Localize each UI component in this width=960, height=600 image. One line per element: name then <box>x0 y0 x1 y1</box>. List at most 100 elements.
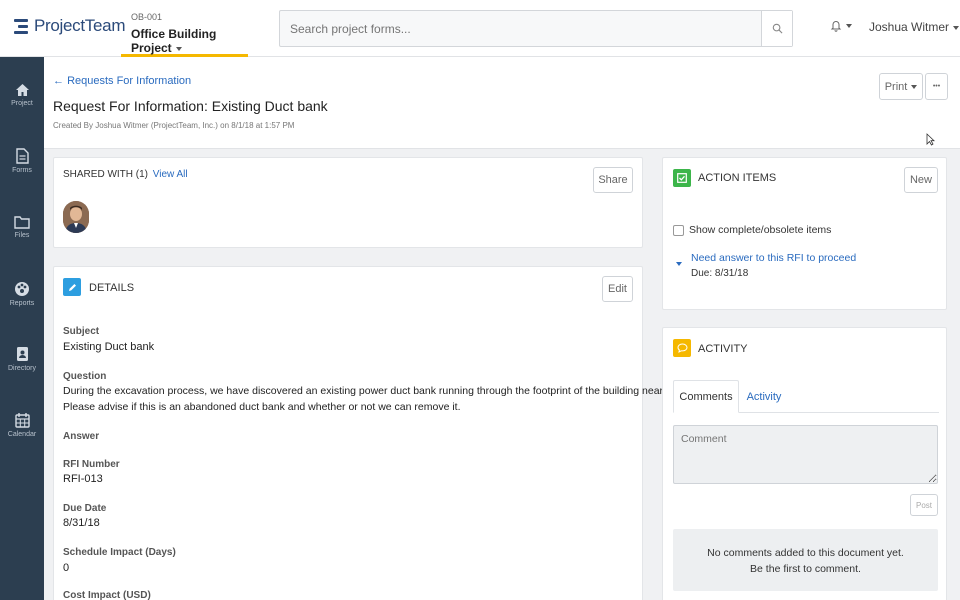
sidebar-item-files[interactable]: Files <box>0 215 44 239</box>
print-button[interactable]: Print <box>879 73 923 100</box>
share-label: Share <box>598 174 628 186</box>
logo-icon <box>14 17 30 35</box>
tab-comments[interactable]: Comments <box>673 380 739 413</box>
calendar-icon <box>14 413 30 428</box>
page-title: Request For Information: Existing Duct b… <box>53 98 328 114</box>
empty-comments-line2: Be the first to comment. <box>750 563 861 575</box>
brand-name: ProjectTeam <box>34 16 126 35</box>
edit-button[interactable]: Edit <box>602 276 633 302</box>
field-label: Subject <box>63 326 100 337</box>
user-menu[interactable]: Joshua Witmer <box>869 20 960 34</box>
contacts-icon <box>16 347 28 361</box>
tab-activity[interactable]: Activity <box>739 380 789 413</box>
activity-card: ACTIVITY Comments Activity Post No comme… <box>662 327 947 600</box>
show-complete-label: Show complete/obsolete items <box>689 224 832 236</box>
page-meta: Created By Joshua Witmer (ProjectTeam, I… <box>53 121 295 130</box>
action-item: Need answer to this RFI to proceed Due: … <box>676 252 856 279</box>
new-action-item-button[interactable]: New <box>904 167 938 193</box>
sidebar-item-label: Project <box>11 100 33 107</box>
action-items-card: ACTION ITEMS New Show complete/obsolete … <box>662 157 947 310</box>
avatar[interactable] <box>63 201 89 233</box>
back-link-label: Requests For Information <box>67 75 192 87</box>
sidebar-item-label: Forms <box>12 167 32 174</box>
home-icon <box>15 84 29 96</box>
chevron-down-icon[interactable] <box>676 262 682 266</box>
action-items-badge <box>673 169 691 187</box>
sidebar-item-directory[interactable]: Directory <box>0 346 44 372</box>
shared-with-title: SHARED WITH (1) <box>63 169 148 180</box>
edit-label: Edit <box>608 283 627 295</box>
field-value: During the excavation process, we have d… <box>63 385 694 397</box>
action-items-title: ACTION ITEMS <box>698 172 777 184</box>
folder-icon <box>14 216 30 229</box>
details-badge <box>63 278 81 296</box>
checkbox-icon <box>677 173 687 183</box>
shared-with-card: SHARED WITH (1) View All Share <box>53 157 643 248</box>
print-label: Print <box>884 80 908 93</box>
comment-input[interactable] <box>673 425 938 484</box>
sidebar-item-reports[interactable]: Reports <box>0 281 44 307</box>
field-value-line2: Please advise if this is an abandoned du… <box>63 401 461 413</box>
arrow-left-icon: ← <box>53 75 64 87</box>
user-photo-icon <box>63 201 89 233</box>
field-label: Cost Impact (USD) <box>63 590 151 600</box>
field-label: Answer <box>63 431 100 442</box>
action-item-title[interactable]: Need answer to this RFI to proceed <box>691 252 856 264</box>
mouse-cursor-icon <box>926 133 935 146</box>
action-item-due: Due: 8/31/18 <box>691 268 749 279</box>
more-icon: ••• <box>932 83 941 90</box>
user-name: Joshua Witmer <box>869 20 950 34</box>
activity-title: ACTIVITY <box>698 343 748 355</box>
show-complete-checkbox[interactable] <box>673 224 684 236</box>
activity-tabs: Comments Activity <box>673 380 939 413</box>
chevron-down-icon <box>175 46 182 51</box>
post-label: Post <box>915 500 932 510</box>
details-card: DETAILS Edit Subject Existing Duct bank … <box>53 266 694 600</box>
activity-badge <box>673 339 691 357</box>
field-value: 8/31/18 <box>63 517 100 529</box>
dashboard-icon <box>15 282 29 296</box>
field-label: Schedule Impact (Days) <box>63 547 176 558</box>
share-button[interactable]: Share <box>593 167 633 193</box>
page-header: ← Requests For Information Request For I… <box>44 57 960 149</box>
field-value: 0 <box>63 562 70 574</box>
search-input[interactable] <box>280 11 763 46</box>
search-icon <box>772 23 782 34</box>
search-button[interactable] <box>761 11 792 46</box>
top-bar: ProjectTeam OB-001 Office Building Proje… <box>0 0 960 57</box>
bell-icon <box>830 21 842 32</box>
project-code: OB-001 <box>131 12 163 22</box>
document-icon <box>15 148 29 164</box>
sidebar-item-label: Reports <box>9 300 35 307</box>
field-label: Due Date <box>63 503 107 514</box>
comment-icon <box>676 343 688 353</box>
project-name: Office Building Project <box>131 27 217 55</box>
sidebar-item-label: Calendar <box>7 431 37 438</box>
project-switcher[interactable]: OB-001 Office Building Project <box>121 0 248 57</box>
back-link[interactable]: ← Requests For Information <box>53 75 191 87</box>
chevron-down-icon <box>911 84 918 89</box>
field-label: RFI Number <box>63 459 120 470</box>
post-button[interactable]: Post <box>910 494 938 516</box>
sidebar-item-project[interactable]: Project <box>0 83 44 107</box>
field-label: Question <box>63 371 107 382</box>
search-bar <box>279 10 793 47</box>
sidebar-item-label: Directory <box>7 365 36 372</box>
brand-logo[interactable]: ProjectTeam <box>14 16 125 36</box>
empty-comments-panel: No comments added to this document yet. … <box>673 529 938 591</box>
sidebar-item-calendar[interactable]: Calendar <box>0 412 44 438</box>
field-value: RFI-013 <box>63 473 103 485</box>
sidebar-item-label: Files <box>14 232 30 239</box>
field-value: Existing Duct bank <box>63 341 155 353</box>
more-options-button[interactable]: ••• <box>925 73 948 100</box>
sidebar-item-forms[interactable]: Forms <box>0 148 44 174</box>
empty-comments-line1: No comments added to this document yet. <box>707 547 904 559</box>
new-label: New <box>909 174 932 186</box>
view-all-link[interactable]: View All <box>153 169 188 180</box>
pencil-icon <box>68 283 76 291</box>
details-title: DETAILS <box>89 282 135 294</box>
chevron-down-icon <box>846 23 852 28</box>
notifications-button[interactable] <box>830 19 852 32</box>
show-complete-toggle[interactable]: Show complete/obsolete items <box>673 224 831 236</box>
chevron-down-icon <box>953 25 960 30</box>
